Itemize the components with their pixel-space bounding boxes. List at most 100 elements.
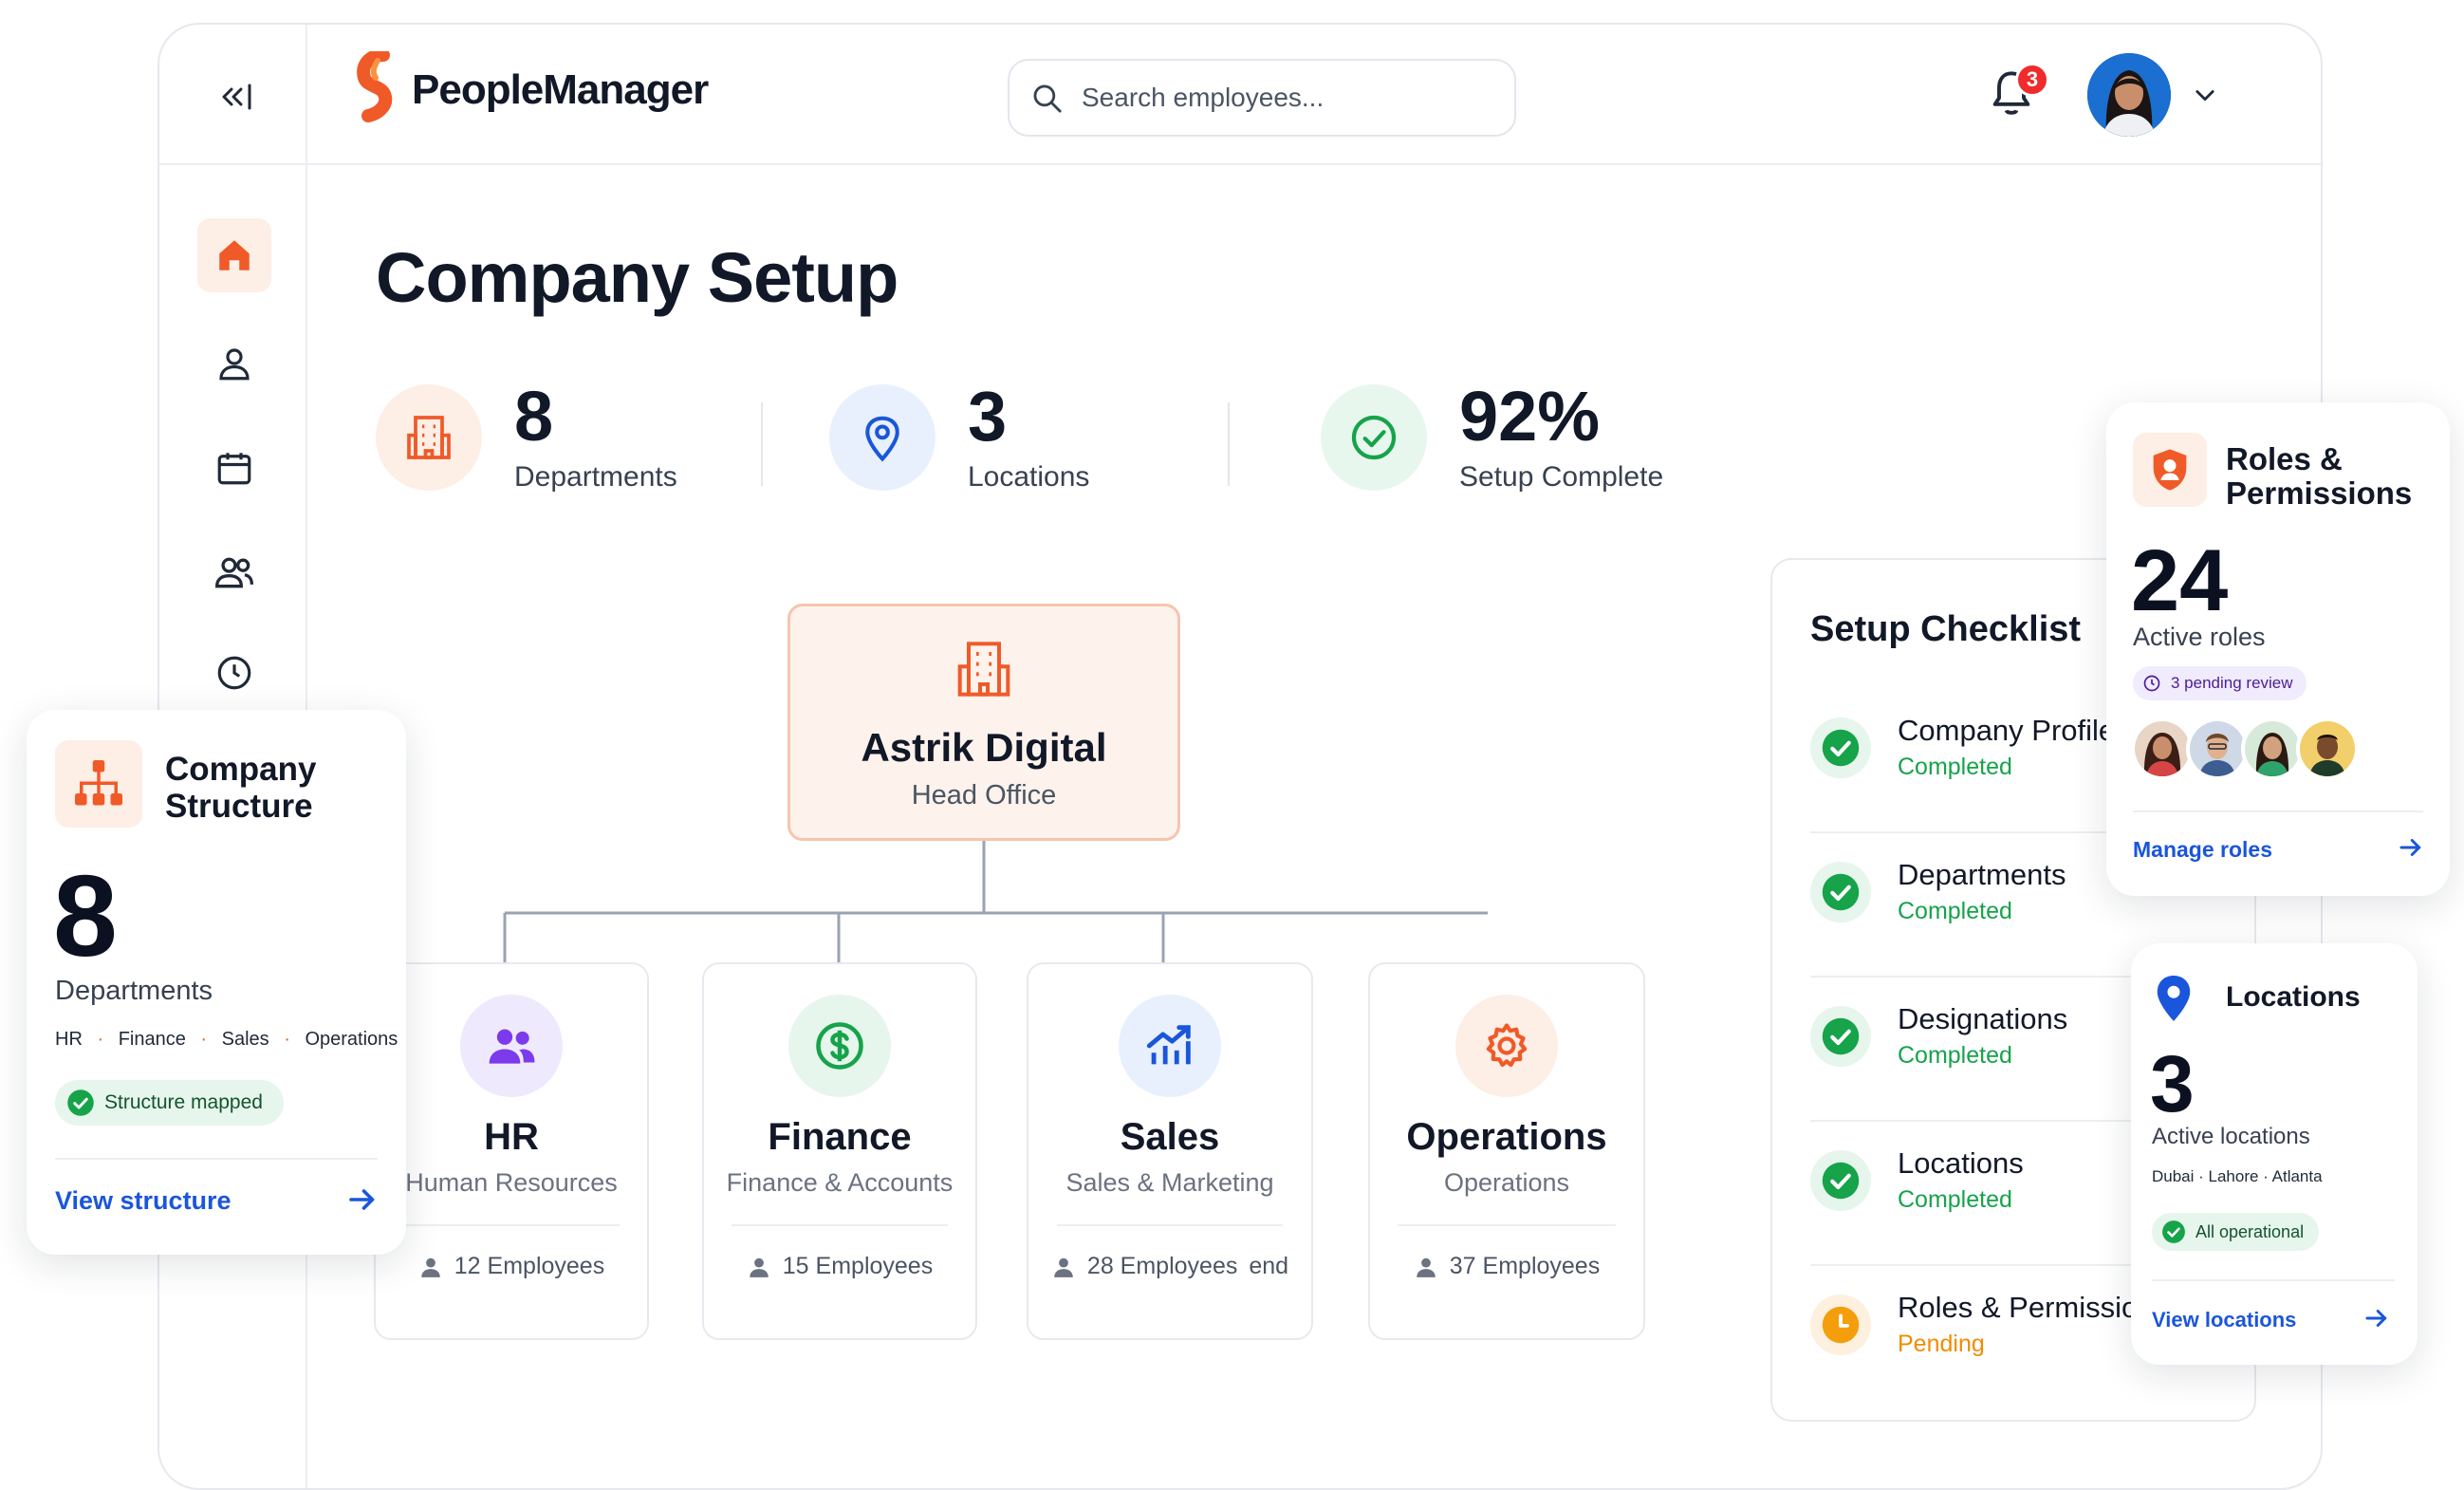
clock-icon: [2143, 675, 2160, 692]
department-name: Operations: [1406, 1116, 1607, 1158]
person-icon: [1417, 1257, 1436, 1277]
checklist-item-status: Completed: [1898, 754, 2012, 780]
stat-value: 92%: [1459, 377, 1601, 456]
avatar-image: [2135, 721, 2190, 776]
card-title: Locations: [2226, 981, 2361, 1013]
avatar-image: [2190, 721, 2245, 776]
org-structure-icon: [75, 760, 122, 806]
role-member-avatar[interactable]: [2296, 717, 2359, 780]
view-structure-arrow[interactable]: [345, 1183, 380, 1221]
view-locations-arrow[interactable]: [2362, 1304, 2391, 1337]
department-card-operations[interactable]: Operations Operations 37 Employees: [1368, 962, 1645, 1340]
person-icon: [421, 1257, 440, 1277]
chevron-down-icon: [2195, 90, 2214, 102]
employee-count: 15 Employees: [704, 1253, 975, 1280]
divider: [2133, 810, 2423, 812]
shield-user-icon: [2153, 449, 2187, 491]
company-structure-card: Company Structure 8 Departments HR · Fin…: [27, 710, 406, 1255]
employee-count: 12 Employees: [376, 1253, 647, 1280]
checklist-item-status: Completed: [1898, 898, 2012, 924]
department-subtitle: Sales & Marketing: [1065, 1168, 1274, 1197]
department-card-sales[interactable]: Sales Sales & Marketing 28 Employees end: [1027, 962, 1313, 1340]
checklist-item-name: Departments: [1898, 858, 2066, 891]
check-circle-icon: [1822, 1162, 1860, 1200]
avatar-image: [2300, 721, 2355, 776]
checklist-item-name: Roles & Permissions: [1898, 1291, 2169, 1324]
card-title-line: Roles &: [2226, 441, 2343, 476]
checklist-item-name: Locations: [1898, 1146, 2024, 1180]
dept-icon-wrap: [1455, 995, 1558, 1097]
operational-status-badge: All operational: [2152, 1213, 2320, 1251]
manage-roles-arrow[interactable]: [2397, 833, 2425, 866]
pending-review-badge[interactable]: 3 pending review: [2133, 666, 2307, 700]
app-window: PeopleManager 3 Company Setup: [157, 23, 2323, 1490]
notifications-button[interactable]: 3: [1987, 63, 2049, 127]
company-subtitle: Head Office: [911, 780, 1057, 810]
card-title-line: Structure: [165, 787, 313, 825]
role-member-avatar[interactable]: [2241, 717, 2304, 780]
check-wrap: [1810, 1294, 1871, 1355]
dept-icon-wrap: [460, 995, 563, 1097]
employee-count: 28 Employees end: [1028, 1253, 1311, 1280]
role-member-avatar[interactable]: [2186, 717, 2249, 780]
divider: [2152, 1279, 2395, 1281]
card-label: Departments: [55, 976, 213, 1006]
card-value: 24: [2131, 532, 2229, 629]
view-structure-link[interactable]: View structure: [55, 1186, 232, 1216]
location-cities: Dubai · Lahore · Atlanta: [2152, 1167, 2323, 1185]
department-name: Finance: [768, 1116, 912, 1158]
user-avatar[interactable]: [2087, 53, 2171, 137]
company-name: Astrik Digital: [861, 725, 1107, 770]
card-icon-wrap: [55, 740, 142, 828]
avatar-image: [2245, 721, 2300, 776]
department-card-hr[interactable]: HR Human Resources 12 Employees: [374, 962, 649, 1340]
view-locations-link[interactable]: View locations: [2152, 1308, 2296, 1332]
card-label: Active roles: [2133, 623, 2266, 651]
users-icon: [489, 1029, 535, 1064]
check-circle-icon: [1822, 729, 1860, 767]
checklist-item-name: Company Profile: [1898, 714, 2116, 747]
check-circle-icon: [1822, 1017, 1860, 1055]
department-tags: HR · Finance · Sales · Operations: [55, 1029, 398, 1051]
badge-text: Structure mapped: [104, 1091, 263, 1113]
tag: Operations: [305, 1029, 398, 1050]
org-head-node[interactable]: Astrik Digital Head Office: [787, 604, 1180, 841]
check-wrap: [1810, 862, 1871, 922]
manage-roles-link[interactable]: Manage roles: [2133, 837, 2272, 863]
department-card-finance[interactable]: Finance Finance & Accounts 15 Employees: [702, 962, 977, 1340]
check-wrap: [1810, 1150, 1871, 1211]
card-title-line: Company: [165, 751, 317, 788]
building-icon: [957, 642, 1010, 697]
clock-icon: [1822, 1306, 1860, 1344]
check-circle-icon: [1822, 873, 1860, 911]
dept-icon-wrap: [1119, 995, 1221, 1097]
checklist-item-status: Completed: [1898, 1042, 2012, 1069]
chart-up-icon: [1146, 1025, 1191, 1065]
badge-text: 3 pending review: [2171, 674, 2293, 692]
notification-count-badge: 3: [2015, 63, 2049, 97]
role-member-avatar[interactable]: [2131, 717, 2194, 780]
dollar-icon: [816, 1022, 863, 1070]
avatar-image: [2087, 53, 2171, 137]
stat-label: Setup Complete: [1459, 461, 1664, 493]
divider: [731, 1224, 949, 1226]
check-circle-icon: [67, 1090, 94, 1116]
map-pin-icon: [2157, 976, 2191, 1021]
employee-count-text: 28 Employees: [1086, 1253, 1238, 1279]
arrow-right-icon: [2399, 839, 2421, 856]
department-name: HR: [484, 1116, 539, 1158]
card-value: 8: [53, 851, 118, 980]
divider: [55, 1158, 378, 1160]
divider: [402, 1224, 621, 1226]
card-title-line: Permissions: [2226, 475, 2413, 512]
account-menu-toggle[interactable]: [2192, 82, 2218, 113]
card-title: Company Structure: [165, 751, 317, 825]
check-circle-icon: [2162, 1220, 2185, 1243]
department-name: Sales: [1120, 1116, 1220, 1158]
arrow-right-icon: [349, 1189, 375, 1210]
gear-icon: [1486, 1023, 1528, 1068]
locations-card: Locations 3 Active locations Dubai · Lah…: [2131, 943, 2418, 1365]
divider: [1397, 1224, 1617, 1226]
check-wrap: [1810, 1006, 1871, 1067]
employee-count: 37 Employees: [1370, 1253, 1643, 1280]
